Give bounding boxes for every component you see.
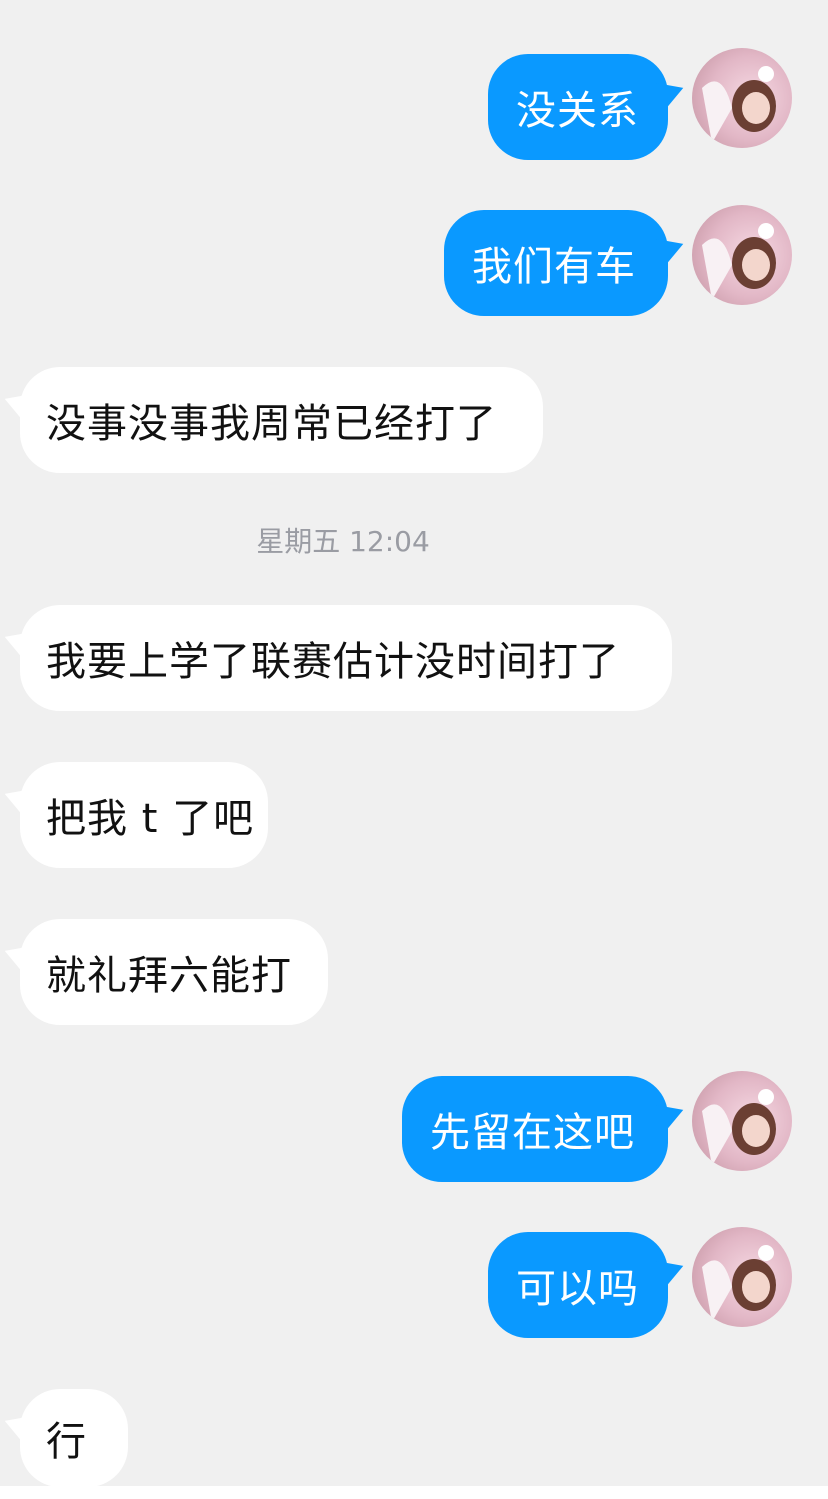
incoming-message[interactable]: 就礼拜六能打 xyxy=(0,919,328,1025)
incoming-message[interactable]: 没事没事我周常已经打了 xyxy=(0,367,543,473)
message-text: 没事没事我周常已经打了 xyxy=(46,401,497,447)
bubble-tail xyxy=(0,623,33,659)
message-text: 我们有车 xyxy=(472,244,636,290)
incoming-message[interactable]: 行 xyxy=(0,1389,128,1487)
bubble-tail xyxy=(0,937,33,973)
bubble-tail xyxy=(0,780,33,816)
message-text: 我要上学了联赛估计没时间打了 xyxy=(46,639,620,685)
outgoing-message[interactable]: 没关系 xyxy=(488,54,689,160)
avatar-image xyxy=(692,205,792,305)
bubble-tail xyxy=(655,230,689,266)
message-text: 没关系 xyxy=(516,88,639,134)
message-text: 可以吗 xyxy=(516,1266,639,1312)
incoming-message[interactable]: 我要上学了联赛估计没时间打了 xyxy=(0,605,672,711)
bubble-tail xyxy=(655,1096,689,1132)
avatar-image xyxy=(692,48,792,148)
outgoing-message[interactable]: 我们有车 xyxy=(444,210,689,316)
input-bar-edge xyxy=(0,1486,828,1499)
avatar-image xyxy=(692,1227,792,1327)
bubble-tail xyxy=(0,1407,33,1443)
bubble-tail xyxy=(655,1252,689,1288)
message-text: 把我 t 了吧 xyxy=(46,796,255,842)
avatar[interactable] xyxy=(692,1071,792,1171)
bubble-tail xyxy=(655,74,689,110)
avatar[interactable] xyxy=(692,1227,792,1327)
chat-view: 没关系 我们有车 没事没事我周常已经打了 星期五 12:04 我要上学了联赛估计… xyxy=(0,0,828,1499)
avatar-image xyxy=(692,1071,792,1171)
avatar[interactable] xyxy=(692,205,792,305)
bubble-tail xyxy=(0,385,33,421)
outgoing-message[interactable]: 先留在这吧 xyxy=(402,1076,689,1182)
outgoing-message[interactable]: 可以吗 xyxy=(488,1232,689,1338)
message-text: 就礼拜六能打 xyxy=(46,953,292,999)
message-text: 先留在这吧 xyxy=(430,1110,635,1156)
message-text: 行 xyxy=(46,1419,87,1465)
avatar[interactable] xyxy=(692,48,792,148)
timestamp-divider: 星期五 12:04 xyxy=(256,525,430,558)
incoming-message[interactable]: 把我 t 了吧 xyxy=(0,762,268,868)
